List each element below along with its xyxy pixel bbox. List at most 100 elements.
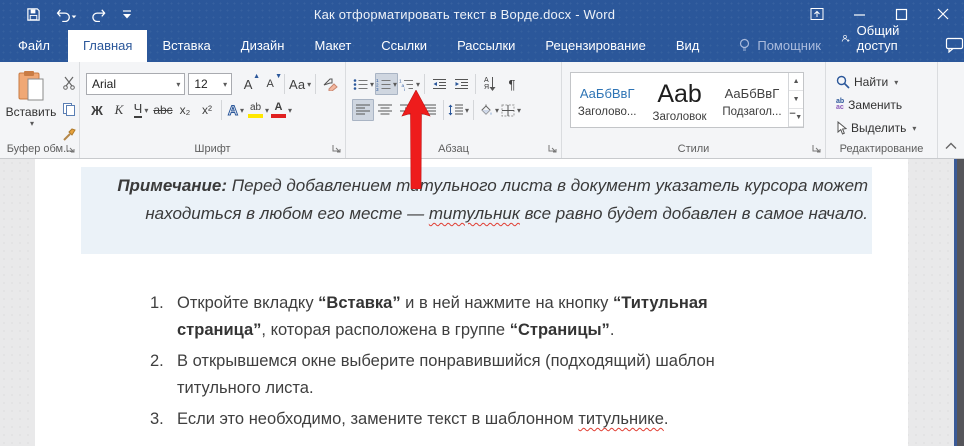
align-right-button[interactable] xyxy=(396,99,418,121)
group-paragraph: ▾ 123 ▾ 1ai ▾ АЯ ¶ xyxy=(346,62,562,158)
align-center-button[interactable] xyxy=(374,99,396,121)
styles-scroll-up[interactable]: ▲ xyxy=(789,73,803,91)
line-spacing-dropdown[interactable]: ▾ xyxy=(465,106,469,115)
font-color-dropdown[interactable]: ▾ xyxy=(288,106,292,115)
tab-view[interactable]: Вид xyxy=(661,30,715,62)
sort-button[interactable]: АЯ xyxy=(479,73,501,95)
list-item: 1. Откройте вкладку “Вставка” и в ней на… xyxy=(150,290,800,344)
font-color-button[interactable]: А ▾ xyxy=(270,99,293,121)
editing-group-label: Редактирование xyxy=(826,143,937,155)
assistant-button[interactable]: Помощник xyxy=(728,30,831,62)
quick-access-toolbar xyxy=(0,7,133,22)
bold-button[interactable]: Ж xyxy=(86,99,108,121)
highlight-color-swatch xyxy=(248,114,263,118)
collapse-ribbon-button[interactable] xyxy=(945,142,957,150)
increase-indent-button[interactable] xyxy=(450,73,472,95)
styles-gallery-more[interactable]: ▔▼ xyxy=(789,109,803,127)
shading-dropdown[interactable]: ▾ xyxy=(495,106,499,115)
select-button[interactable]: Выделить▾ xyxy=(836,117,937,139)
note-body-2: все равно будет добавлен в самое начало. xyxy=(520,204,868,223)
tab-home[interactable]: Главная xyxy=(68,30,147,62)
tab-layout[interactable]: Макет xyxy=(299,30,366,62)
underline-button[interactable]: Ч▾ xyxy=(130,99,152,121)
change-case-button[interactable]: Аа▾ xyxy=(288,73,312,95)
bullets-dropdown[interactable]: ▾ xyxy=(370,80,374,89)
save-icon[interactable] xyxy=(26,7,41,22)
numbering-button[interactable]: 123 ▾ xyxy=(375,73,398,95)
cut-button[interactable] xyxy=(58,72,80,94)
share-button[interactable]: Общий доступ xyxy=(831,15,917,62)
bullets-button[interactable]: ▾ xyxy=(352,73,375,95)
styles-group-label: Стили xyxy=(562,143,825,155)
undo-button[interactable] xyxy=(55,7,77,22)
multilevel-dropdown[interactable]: ▾ xyxy=(416,80,420,89)
paragraph-group-label: Абзац xyxy=(346,143,561,155)
ribbon-tab-bar: Файл Главная Вставка Дизайн Макет Ссылки… xyxy=(0,28,964,62)
underline-dropdown[interactable]: ▾ xyxy=(144,106,148,115)
borders-dropdown[interactable]: ▾ xyxy=(517,106,521,115)
paint-bucket-icon xyxy=(478,104,493,117)
justify-button[interactable] xyxy=(418,99,440,121)
multilevel-list-button[interactable]: 1ai ▾ xyxy=(398,73,421,95)
tab-references[interactable]: Ссылки xyxy=(366,30,442,62)
show-paragraph-marks-button[interactable]: ¶ xyxy=(501,73,523,95)
shrink-font-button[interactable]: А▼ xyxy=(259,73,281,95)
replace-button[interactable]: abac Заменить xyxy=(836,94,937,116)
tab-insert[interactable]: Вставка xyxy=(147,30,225,62)
find-button[interactable]: Найти▾ xyxy=(836,71,937,93)
subscript-button[interactable]: x₂ xyxy=(174,99,196,121)
select-dropdown[interactable]: ▾ xyxy=(912,124,916,133)
font-size-dropdown[interactable]: ▾ xyxy=(219,80,231,89)
font-name-combobox[interactable]: Arial▾ xyxy=(86,73,185,95)
styles-scroll-down[interactable]: ▼ xyxy=(789,91,803,109)
cursor-arrow-icon xyxy=(836,121,847,135)
numbering-dropdown[interactable]: ▾ xyxy=(393,80,397,89)
decrease-indent-button[interactable] xyxy=(428,73,450,95)
list-item: 3. Если это необходимо, замените текст в… xyxy=(150,406,800,433)
shading-button[interactable]: ▾ xyxy=(477,99,500,121)
tab-review[interactable]: Рецензирование xyxy=(530,30,660,62)
style-title[interactable]: Aab Заголовок xyxy=(643,73,715,127)
multilevel-list-icon: 1ai xyxy=(399,78,414,91)
customize-qat-button[interactable] xyxy=(121,7,133,21)
strikethrough-button[interactable]: abc xyxy=(152,99,174,121)
copy-button[interactable] xyxy=(58,98,80,120)
borders-button[interactable]: ▾ xyxy=(500,99,522,121)
person-plus-icon xyxy=(841,31,851,46)
increase-indent-icon xyxy=(454,78,469,91)
close-button[interactable] xyxy=(922,0,964,28)
style-heading1[interactable]: АаБбВвГ Заголово... xyxy=(571,73,643,127)
italic-button[interactable]: К xyxy=(108,99,130,121)
text-effects-dropdown[interactable]: ▾ xyxy=(240,106,244,115)
highlight-dropdown[interactable]: ▾ xyxy=(265,106,269,115)
comments-button[interactable] xyxy=(935,29,964,62)
note-misspelled-word: титульник xyxy=(429,204,520,223)
style-subtitle[interactable]: АаБбВвГ Подзагол... xyxy=(716,73,788,127)
grow-font-button[interactable]: А▲ xyxy=(237,73,259,95)
line-spacing-button[interactable]: ▾ xyxy=(447,99,470,121)
numbered-list-icon: 123 xyxy=(376,78,391,91)
window-title: Как отформатировать текст в Ворде.docx -… xyxy=(133,7,796,22)
title-bar: Как отформатировать текст в Ворде.docx -… xyxy=(0,0,964,28)
font-name-dropdown[interactable]: ▾ xyxy=(172,80,184,89)
decrease-indent-icon xyxy=(432,78,447,91)
paste-button[interactable]: Вставить ▾ xyxy=(8,70,54,136)
highlight-color-button[interactable]: ab ▾ xyxy=(247,99,270,121)
clear-formatting-button[interactable] xyxy=(319,73,341,95)
styles-gallery: АаБбВвГ Заголово... Aab Заголовок АаБбВв… xyxy=(570,72,804,128)
ribbon: Вставить ▾ Буфер обм... Arial▾ 12▾ xyxy=(0,62,964,159)
align-center-icon xyxy=(378,104,392,116)
group-clipboard: Вставить ▾ Буфер обм... xyxy=(0,62,80,158)
redo-button[interactable] xyxy=(91,7,107,22)
list-item: 2. В открывшемся окне выберите понравивш… xyxy=(150,348,800,402)
tab-design[interactable]: Дизайн xyxy=(226,30,300,62)
font-size-combobox[interactable]: 12▾ xyxy=(188,73,232,95)
text-effects-button[interactable]: А▾ xyxy=(225,99,247,121)
svg-text:i: i xyxy=(404,87,405,91)
paste-dropdown[interactable]: ▾ xyxy=(30,119,34,128)
superscript-button[interactable]: x² xyxy=(196,99,218,121)
tab-file[interactable]: Файл xyxy=(0,30,68,62)
tab-mailings[interactable]: Рассылки xyxy=(442,30,530,62)
find-dropdown[interactable]: ▾ xyxy=(894,78,898,87)
align-left-button[interactable] xyxy=(352,99,374,121)
